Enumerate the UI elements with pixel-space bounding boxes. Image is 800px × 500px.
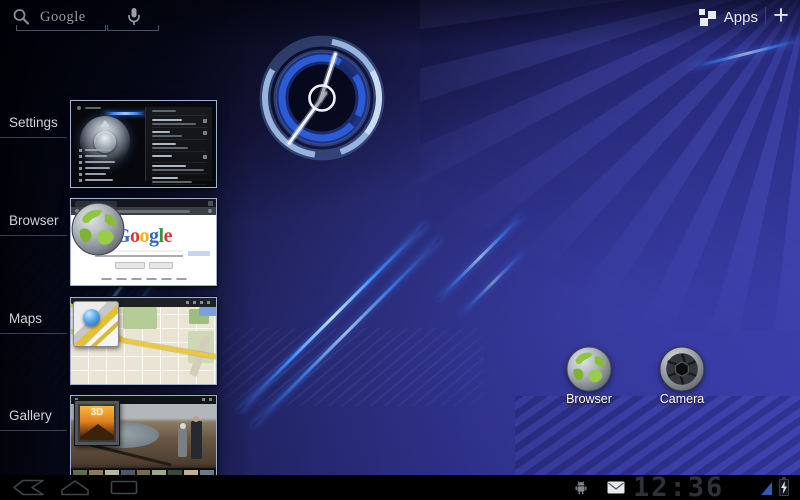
- email-notification-icon[interactable]: [607, 481, 625, 494]
- apps-button-label: Apps: [724, 9, 758, 26]
- browser-globe-icon: [71, 202, 125, 256]
- recent-label-settings: Settings: [0, 115, 67, 138]
- camera-shortcut-icon[interactable]: [659, 346, 705, 392]
- wallpaper-fan-pattern: [420, 0, 800, 330]
- google-search-widget[interactable]: Google: [8, 4, 166, 32]
- apps-grid-icon: [699, 9, 716, 26]
- browser-shortcut-label: Browser: [544, 392, 634, 406]
- photo-person-light: [178, 428, 187, 457]
- settings-highlight-line: [103, 112, 147, 115]
- back-button[interactable]: [12, 479, 48, 496]
- page-buttons: [115, 262, 173, 269]
- photo-person-dark: [191, 421, 202, 459]
- microphone-icon[interactable]: [126, 7, 142, 27]
- topbar-separator: [765, 7, 766, 25]
- status-bar-clock[interactable]: 12:36: [633, 474, 759, 500]
- maps-app-icon: [73, 301, 119, 347]
- camera-shortcut-label: Camera: [637, 392, 727, 406]
- settings-gear-icon: [77, 106, 81, 110]
- search-google-logo: Google: [40, 9, 86, 26]
- honeycomb-home-screen: Google Apps + Settings Browser Maps Gall…: [0, 0, 800, 500]
- recent-label-browser: Browser: [0, 213, 67, 236]
- apps-button[interactable]: Apps: [699, 5, 758, 29]
- recent-apps-button[interactable]: [110, 480, 138, 495]
- analog-clock-widget[interactable]: [252, 28, 392, 168]
- recent-thumbnail-settings[interactable]: [70, 100, 217, 188]
- signal-strength-icon: [761, 482, 772, 495]
- settings-detail-panel: [145, 107, 212, 181]
- recent-label-gallery: Gallery: [0, 408, 67, 431]
- wallpaper-hatch: [222, 328, 484, 406]
- search-underline: [16, 25, 106, 31]
- gallery-app-icon: 3D: [74, 400, 120, 446]
- wallpaper-hatch: [515, 396, 800, 476]
- home-button[interactable]: [60, 479, 90, 496]
- maps-pin-icon: [83, 309, 100, 326]
- gallery-icon-text: 3D: [75, 407, 119, 418]
- search-icon: [12, 8, 30, 26]
- browser-shortcut-icon[interactable]: [566, 346, 612, 392]
- top-action-bar: Google Apps +: [0, 0, 800, 34]
- recent-label-maps: Maps: [0, 311, 67, 334]
- battery-charging-icon: [779, 479, 789, 496]
- add-widget-button[interactable]: +: [768, 2, 794, 30]
- system-bar: 12:36: [0, 475, 800, 500]
- settings-knob-graphic: [80, 116, 130, 166]
- page-footer-links: [101, 278, 186, 280]
- usb-debug-android-icon[interactable]: [574, 480, 588, 495]
- page-link-block: [188, 251, 210, 256]
